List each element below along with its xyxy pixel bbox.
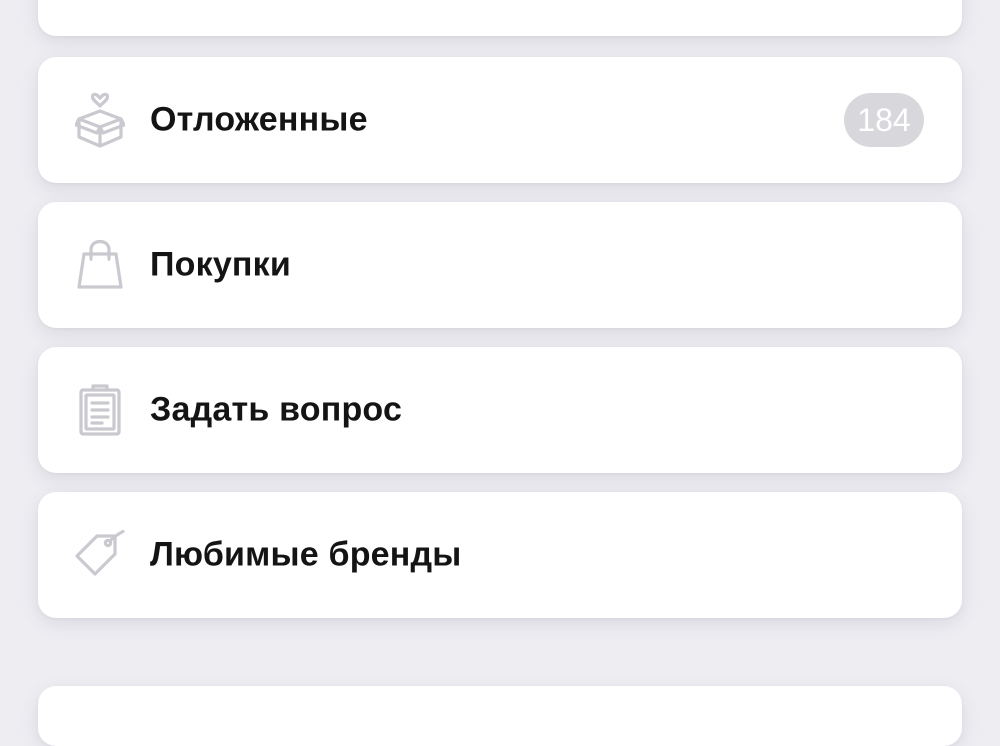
count-badge: 184: [844, 93, 924, 147]
menu-item-purchases[interactable]: Покупки: [38, 202, 962, 328]
gift-box-heart-icon: [72, 90, 128, 150]
shopping-bag-icon: [72, 235, 128, 295]
menu-item-label: Отложенные: [150, 100, 368, 139]
menu-item-label: Покупки: [150, 245, 291, 284]
menu-item-deferred[interactable]: Отложенные 184: [38, 57, 962, 183]
menu-item-label: Любимые бренды: [150, 535, 462, 574]
menu-item-ask-question[interactable]: Задать вопрос: [38, 347, 962, 473]
menu-card-partial-top[interactable]: [38, 0, 962, 36]
menu-item-label: Задать вопрос: [150, 390, 403, 429]
price-tag-icon: [72, 525, 128, 585]
menu-card-partial-bottom[interactable]: [38, 686, 962, 746]
clipboard-icon: [72, 380, 128, 440]
menu-item-favorite-brands[interactable]: Любимые бренды: [38, 492, 962, 618]
